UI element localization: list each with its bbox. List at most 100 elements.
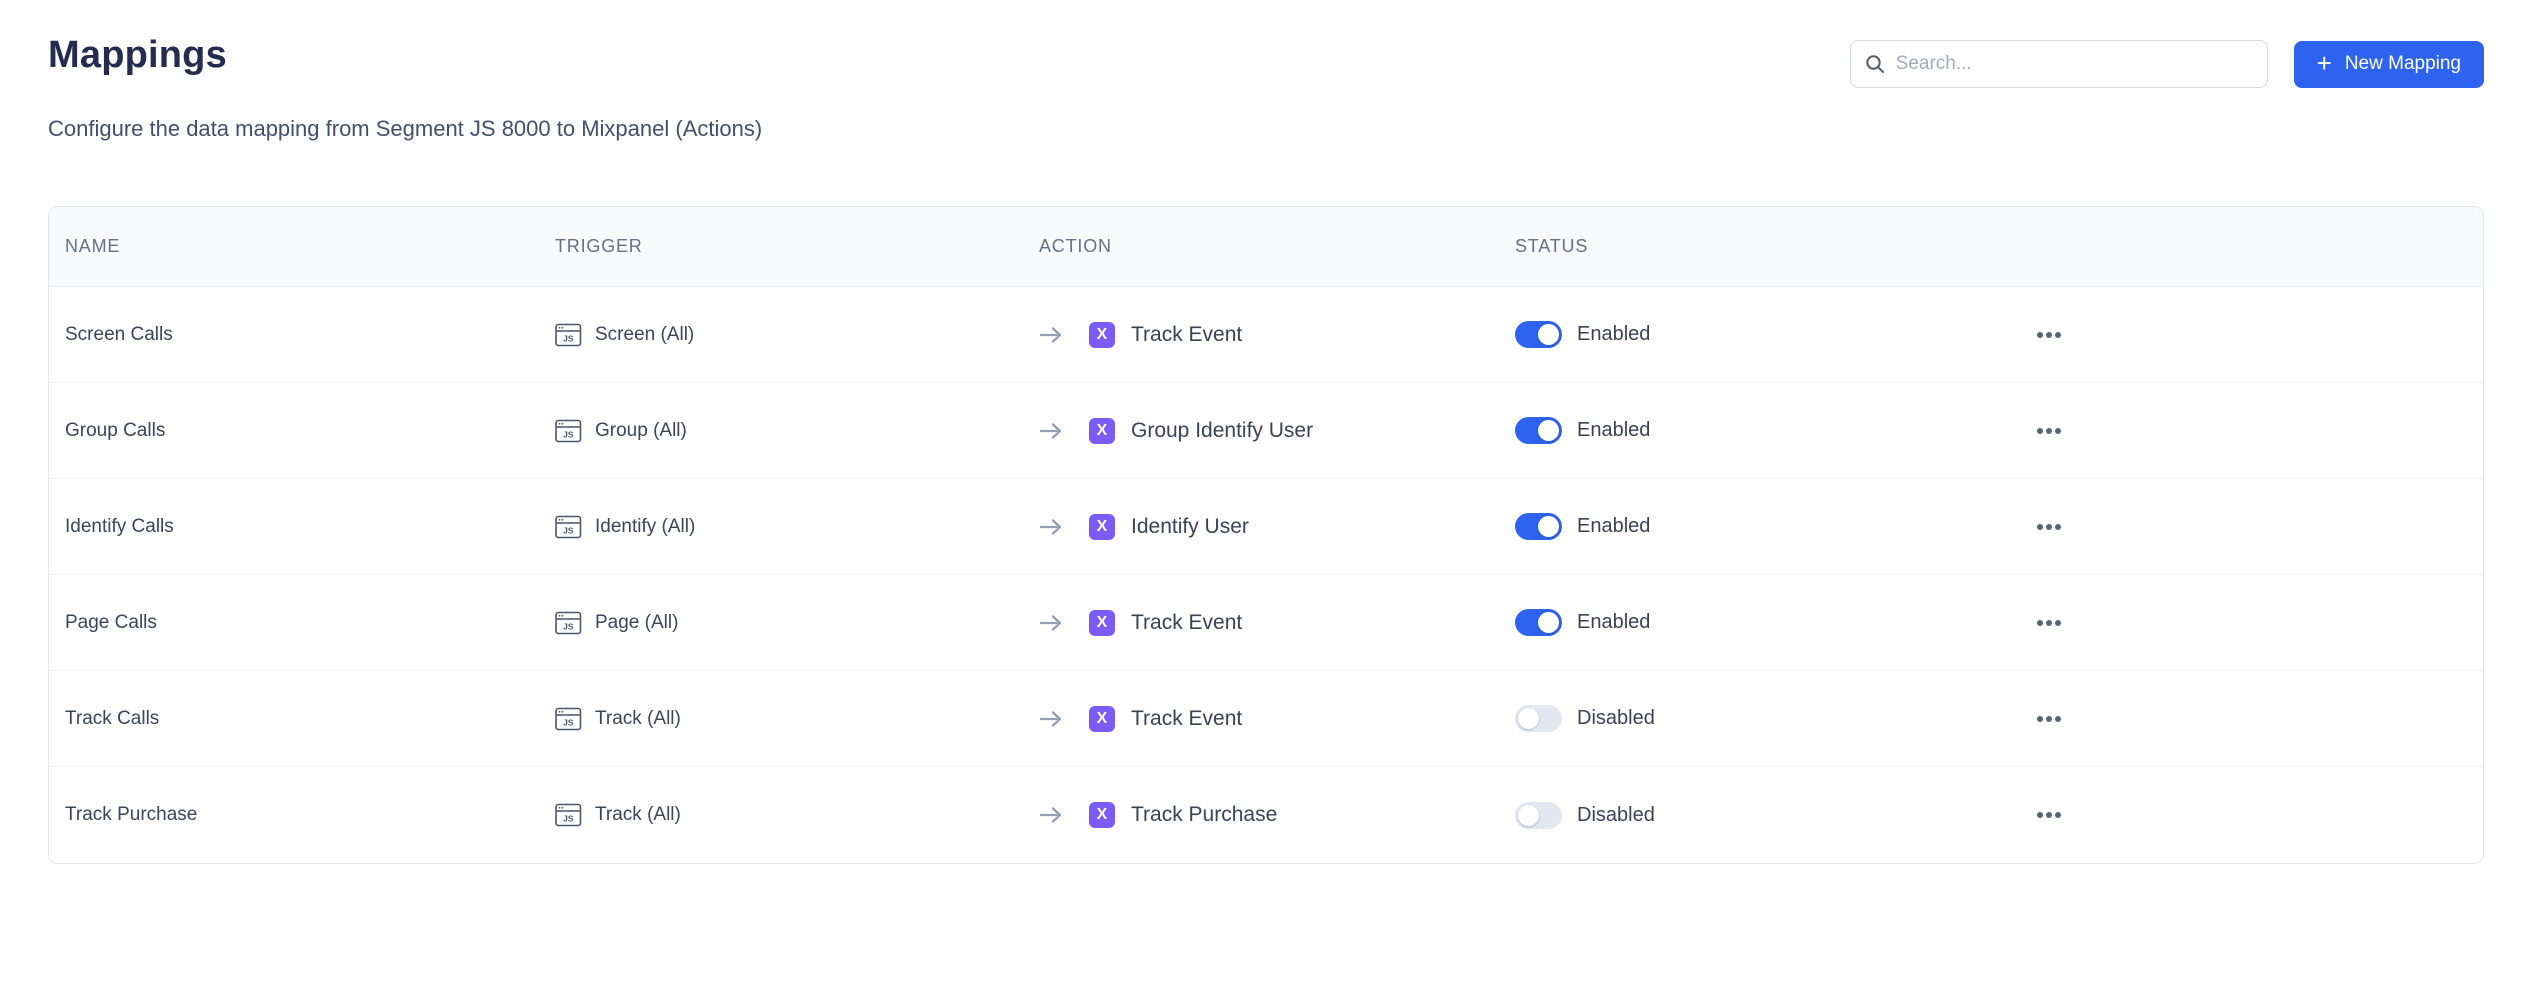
svg-text:JS: JS <box>563 621 574 631</box>
dot-icon <box>2037 716 2043 722</box>
dot-icon <box>2055 716 2061 722</box>
arrow-right-icon <box>1039 710 1063 728</box>
dot-icon <box>2037 332 2043 338</box>
mixpanel-icon: X <box>1089 610 1115 636</box>
trigger-label: Page (All) <box>595 612 678 634</box>
status-label: Enabled <box>1577 419 1650 442</box>
table-row: Page Calls JS Page (All) <box>49 575 2483 671</box>
mappings-table: NAME TRIGGER ACTION STATUS Screen Calls … <box>48 206 2484 864</box>
mixpanel-icon: X <box>1089 322 1115 348</box>
status-toggle[interactable] <box>1515 609 1562 636</box>
trigger-label: Screen (All) <box>595 324 694 346</box>
mapping-name: Screen Calls <box>49 324 539 346</box>
status-label: Enabled <box>1577 611 1650 634</box>
trigger-label: Group (All) <box>595 420 687 442</box>
dot-icon <box>2046 716 2052 722</box>
dot-icon <box>2037 620 2043 626</box>
svg-text:JS: JS <box>563 333 574 343</box>
dot-icon <box>2046 524 2052 530</box>
page-subtitle: Configure the data mapping from Segment … <box>48 116 762 142</box>
mapping-name: Group Calls <box>49 420 539 442</box>
dot-icon <box>2046 332 2052 338</box>
table-row: Screen Calls JS Screen (All) <box>49 287 2483 383</box>
mapping-name: Identify Calls <box>49 516 539 538</box>
svg-text:JS: JS <box>563 814 574 824</box>
column-header-name: NAME <box>49 236 539 257</box>
page-title: Mappings <box>48 34 227 77</box>
more-options-button[interactable] <box>2031 326 2067 344</box>
search-box[interactable] <box>1850 40 2268 88</box>
status-label: Enabled <box>1577 323 1650 346</box>
toggle-knob <box>1538 516 1559 537</box>
svg-text:JS: JS <box>563 429 574 439</box>
js-source-icon: JS <box>555 419 582 443</box>
toggle-knob <box>1518 805 1539 826</box>
trigger-label: Identify (All) <box>595 516 695 538</box>
table-header: NAME TRIGGER ACTION STATUS <box>49 207 2483 287</box>
status-toggle[interactable] <box>1515 705 1562 732</box>
table-row: Track Calls JS Track (All) <box>49 671 2483 767</box>
js-source-icon: JS <box>555 515 582 539</box>
toggle-knob <box>1518 708 1539 729</box>
search-icon <box>1865 54 1885 74</box>
search-input[interactable] <box>1896 53 2253 75</box>
more-options-button[interactable] <box>2031 710 2067 728</box>
dot-icon <box>2055 428 2061 434</box>
table-row: Group Calls JS Group (All) <box>49 383 2483 479</box>
new-mapping-button[interactable]: + New Mapping <box>2294 41 2484 88</box>
more-options-button[interactable] <box>2031 806 2067 824</box>
action-label: Identify User <box>1131 515 1249 539</box>
dot-icon <box>2046 428 2052 434</box>
action-label: Track Purchase <box>1131 803 1277 827</box>
js-source-icon: JS <box>555 611 582 635</box>
more-options-button[interactable] <box>2031 614 2067 632</box>
arrow-right-icon <box>1039 422 1063 440</box>
column-header-action: ACTION <box>1023 236 1499 257</box>
status-toggle[interactable] <box>1515 513 1562 540</box>
dot-icon <box>2055 812 2061 818</box>
action-label: Track Event <box>1131 707 1242 731</box>
action-label: Track Event <box>1131 323 1242 347</box>
mixpanel-icon: X <box>1089 706 1115 732</box>
arrow-right-icon <box>1039 326 1063 344</box>
status-toggle[interactable] <box>1515 417 1562 444</box>
status-label: Disabled <box>1577 804 1655 827</box>
dot-icon <box>2046 620 2052 626</box>
arrow-right-icon <box>1039 806 1063 824</box>
table-row: Track Purchase JS Track (All) <box>49 767 2483 863</box>
table-row: Identify Calls JS Identify (All) <box>49 479 2483 575</box>
toggle-knob <box>1538 324 1559 345</box>
toolbar: + New Mapping <box>1850 40 2484 88</box>
status-toggle[interactable] <box>1515 321 1562 348</box>
plus-icon: + <box>2317 50 2332 76</box>
more-options-button[interactable] <box>2031 518 2067 536</box>
dot-icon <box>2046 812 2052 818</box>
more-options-button[interactable] <box>2031 422 2067 440</box>
status-label: Enabled <box>1577 515 1650 538</box>
dot-icon <box>2037 812 2043 818</box>
toggle-knob <box>1538 612 1559 633</box>
svg-text:JS: JS <box>563 717 574 727</box>
svg-text:JS: JS <box>563 525 574 535</box>
dot-icon <box>2055 620 2061 626</box>
trigger-label: Track (All) <box>595 804 681 826</box>
mapping-name: Track Calls <box>49 708 539 730</box>
trigger-label: Track (All) <box>595 708 681 730</box>
action-label: Group Identify User <box>1131 419 1313 443</box>
js-source-icon: JS <box>555 323 582 347</box>
mapping-name: Track Purchase <box>49 804 539 826</box>
column-header-trigger: TRIGGER <box>539 236 1023 257</box>
dot-icon <box>2037 524 2043 530</box>
js-source-icon: JS <box>555 707 582 731</box>
mixpanel-icon: X <box>1089 802 1115 828</box>
arrow-right-icon <box>1039 518 1063 536</box>
dot-icon <box>2055 524 2061 530</box>
mappings-page: Mappings Configure the data mapping from… <box>0 0 2532 1004</box>
status-toggle[interactable] <box>1515 802 1562 829</box>
new-mapping-label: New Mapping <box>2345 53 2461 75</box>
mapping-name: Page Calls <box>49 612 539 634</box>
mixpanel-icon: X <box>1089 418 1115 444</box>
dot-icon <box>2037 428 2043 434</box>
dot-icon <box>2055 332 2061 338</box>
js-source-icon: JS <box>555 803 582 827</box>
